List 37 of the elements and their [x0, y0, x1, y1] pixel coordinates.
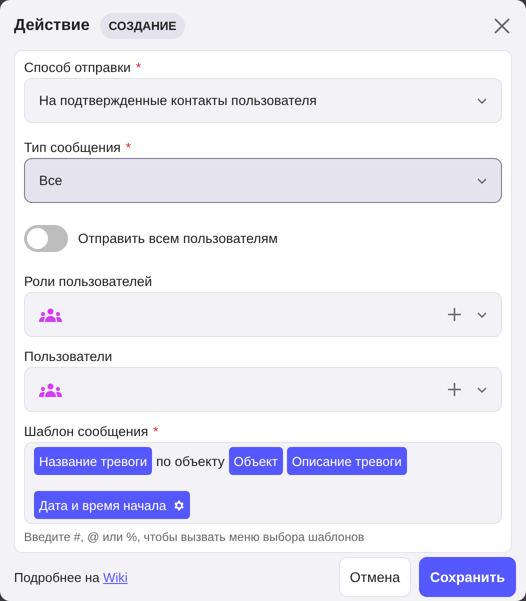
dialog-title: Действие	[14, 16, 90, 34]
field-label: Роли пользователей	[24, 274, 152, 289]
plus-icon[interactable]	[448, 383, 461, 396]
toggle-switch[interactable]	[24, 225, 68, 252]
field-label: Шаблон сообщения	[24, 424, 148, 439]
chevron-down-icon	[477, 386, 487, 392]
field-label: Тип сообщения	[24, 140, 121, 155]
group-icon	[39, 308, 62, 322]
plus-icon[interactable]	[448, 308, 461, 321]
chevron-down-icon	[477, 98, 487, 104]
group-icon	[39, 382, 62, 396]
template-token[interactable]: Описание тревоги	[286, 447, 407, 475]
gear-icon[interactable]	[172, 498, 186, 512]
template-token[interactable]: Объект	[228, 447, 283, 475]
select-field[interactable]: На подтвержденные контакты пользователя	[24, 78, 502, 123]
multiselect-field[interactable]	[24, 367, 502, 412]
chevron-down-icon	[477, 312, 487, 318]
multiselect-field[interactable]	[24, 292, 502, 337]
field-label: Способ отправки	[24, 60, 131, 75]
mode-badge: СОЗДАНИЕ	[100, 12, 186, 38]
chevron-down-icon	[477, 178, 487, 184]
template-token[interactable]: Дата и время начала	[34, 491, 190, 519]
select-field[interactable]: Все	[24, 158, 502, 203]
cancel-button[interactable]: Отмена	[338, 557, 412, 597]
required-mark: *	[126, 140, 131, 155]
hint-text: Введите #, @ или %, чтобы вызвать меню выбора шаблонов	[24, 530, 366, 544]
info-text: Подробнее на Wiki	[14, 570, 128, 584]
toggle-label: Отправить всем пользователям	[78, 231, 278, 246]
save-button[interactable]: Сохранить	[419, 557, 516, 597]
wiki-link[interactable]: Wiki	[103, 570, 128, 584]
field-label: Пользователи	[24, 349, 112, 364]
template-field[interactable]: Название тревоги по объекту Объект Описание тревоги Дата и время начала	[24, 442, 502, 524]
close-button[interactable]	[492, 16, 512, 36]
template-token[interactable]: Название тревоги	[34, 447, 152, 475]
required-mark: *	[153, 424, 158, 439]
required-mark: *	[136, 60, 142, 75]
template-text: по объекту	[156, 454, 225, 468]
